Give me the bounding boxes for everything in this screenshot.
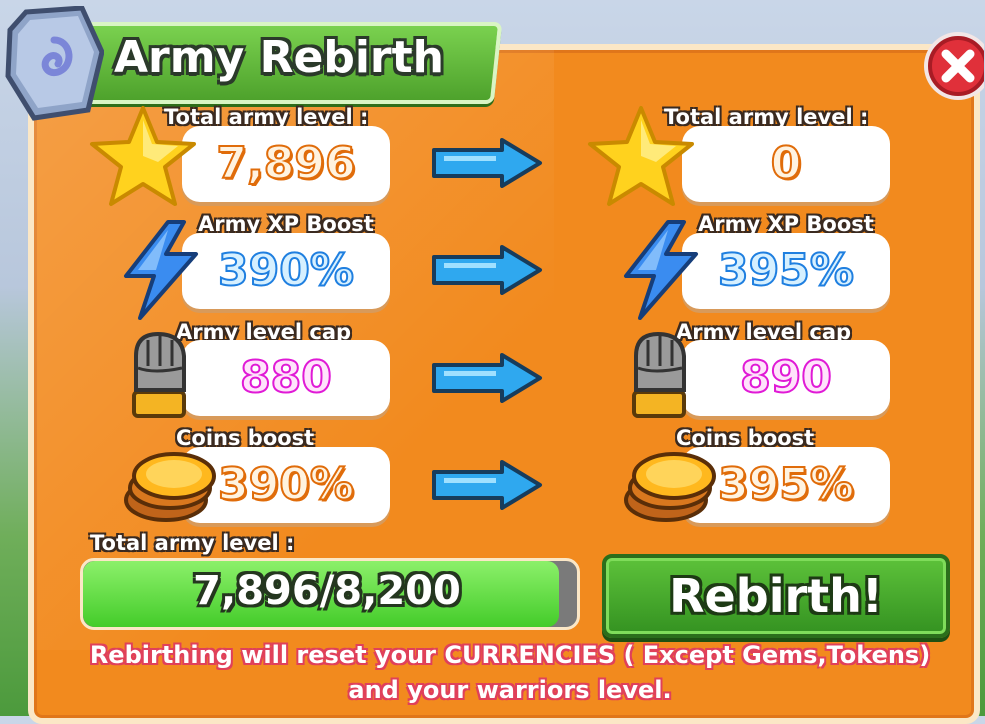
page-title: Army Rebirth [114,32,444,83]
warning-line-2: and your warriors level. [348,676,672,704]
fist-icon [632,331,686,418]
arrow-right-icon [432,245,542,295]
level-cap-after-value: 890 [739,351,833,404]
level-cap-before-value: 880 [239,351,333,404]
arrow-right-icon [432,460,542,510]
total-level-before-value: 7,896 [215,137,356,190]
progress-label: Total army level : [90,531,295,555]
xp-boost-before-value: 390% [217,244,355,297]
star-icon [90,106,196,206]
arrow-right-icon [432,138,542,188]
star-icon [588,106,694,206]
total-level-after-value: 0 [770,137,803,190]
close-button[interactable] [918,28,984,106]
warning-line-1: Rebirthing will reset your CURRENCIES ( … [89,641,931,669]
fist-icon [132,331,186,418]
coins-icon [624,452,716,522]
xp-boost-after-value: 395% [717,244,855,297]
lightning-icon [124,220,198,320]
rebirth-button-label: Rebirth! [669,569,883,623]
coins-icon [124,452,216,522]
warning-text: Rebirthing will reset your CURRENCIES ( … [40,638,980,708]
rebirth-button[interactable]: Rebirth! [602,554,950,638]
progress-text: 7,896/8,200 [193,568,461,614]
lightning-icon [624,220,698,320]
arrow-right-icon [432,353,542,403]
